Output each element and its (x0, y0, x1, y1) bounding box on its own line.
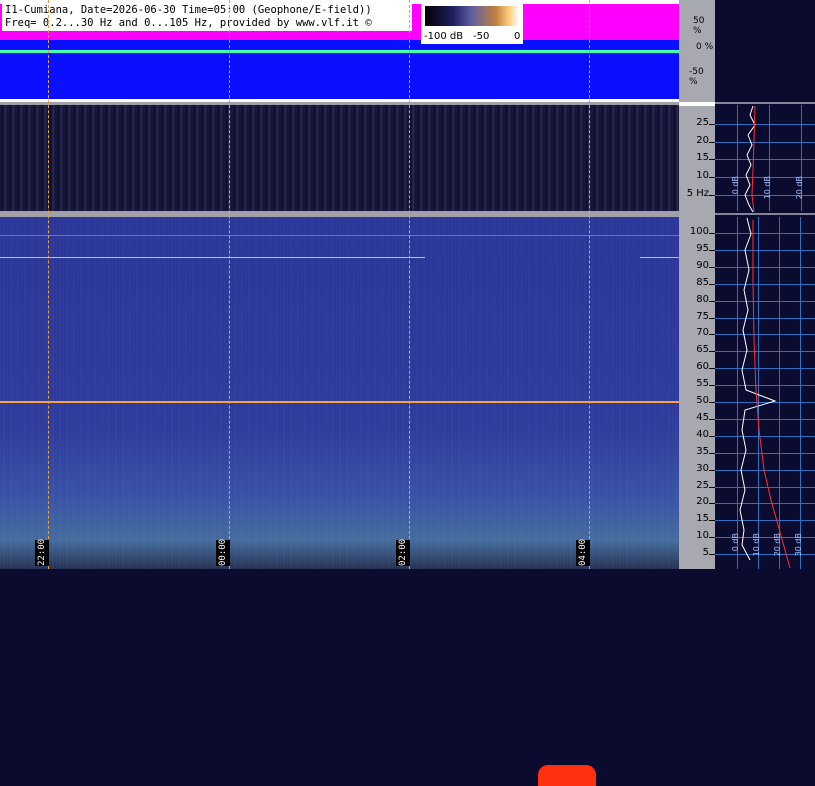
noise-burst (538, 765, 596, 786)
colorbar-gradient (425, 6, 519, 26)
main-axis-label: 80 (696, 293, 709, 305)
geophone-axis-label: 25 (696, 117, 709, 128)
colorbar-label-mid: -50 (473, 31, 490, 42)
spectral-line-100hz (0, 235, 679, 236)
amp-label-0: 0 % (696, 42, 714, 52)
main-axis-label: 55 (696, 378, 709, 390)
main-axis-label: 5 (702, 547, 709, 559)
spec-db-label: 0 dB (731, 176, 740, 195)
spec-db-label: 0 dB (731, 533, 740, 552)
geophone-spectrogram (0, 105, 679, 211)
spec-db-label: 20 dB (795, 176, 804, 200)
main-axis-label: 15 (696, 513, 709, 525)
main-axis-label: 95 (696, 242, 709, 254)
time-label-2200: 22:00 (35, 538, 49, 566)
time-marker-line (409, 0, 410, 569)
main-axis-label: 45 (696, 411, 709, 423)
main-axis-label: 75 (696, 310, 709, 322)
amplitude-zero-line (0, 50, 679, 53)
time-marker-line (48, 0, 49, 569)
geophone-axis-label: 10 (696, 170, 709, 182)
main-axis-label: 35 (696, 445, 709, 457)
spectral-line-50hz (0, 401, 679, 403)
main-axis-label: 20 (696, 496, 709, 508)
main-axis-label: 70 (696, 327, 709, 339)
main-axis-label: 60 (696, 361, 709, 373)
spectral-line-92hz (0, 257, 425, 258)
spectral-line-92hz-end (640, 257, 679, 258)
main-spectrum-trace (739, 217, 777, 561)
main-fit-curve (752, 220, 791, 569)
spectrum-traces (715, 102, 815, 569)
main-axis-label: 30 (696, 462, 709, 474)
title-line-2: Freq= 0.2...30 Hz and 0...105 Hz, provid… (5, 17, 372, 29)
main-axis-label: 90 (696, 259, 709, 271)
time-label-0400: 04:00 (576, 538, 590, 566)
main-axis-label: 40 (696, 428, 709, 440)
geophone-axis-label: 5 Hz (686, 187, 709, 199)
spec-db-label: 10 dB (763, 176, 772, 200)
spec-db-label: 10 dB (752, 533, 761, 557)
geophone-axis-label: 20 (696, 134, 709, 146)
title-overlay: I1-Cumiana, Date=2026-06-30 Time=05:00 (… (2, 3, 412, 31)
time-label-0200: 02:00 (396, 538, 410, 566)
amp-label-50: 50 % (693, 16, 705, 36)
efield-spectrogram (0, 217, 679, 786)
main-axis-label: 85 (696, 276, 709, 288)
main-axis-label: 100 (689, 226, 709, 237)
time-marker-line (229, 0, 230, 569)
spec-db-label: 30 dB (794, 533, 803, 557)
spec-db-label: 20 dB (773, 533, 782, 557)
geophone-axis-label: 15 (696, 152, 709, 164)
main-axis-label: 25 (696, 479, 709, 491)
frequency-axis: 50 % 0 % -50 % 25 20 15 10 5 Hz 100 95 90 85 80 7… (679, 0, 715, 569)
colorbar-label-max: 0 (514, 31, 521, 42)
time-label-0000: 00:00 (216, 538, 230, 566)
colorbar-label-min: -100 dB (424, 31, 464, 42)
main-axis-label: 50 (696, 395, 709, 406)
title-line-1: I1-Cumiana, Date=2026-06-30 Time=05:00 (… (5, 4, 372, 16)
amp-label-minus50: -50 % (689, 67, 704, 87)
main-axis-label: 10 (696, 530, 709, 542)
axis-separator (679, 102, 715, 106)
main-axis-label: 65 (696, 344, 709, 356)
time-marker-line (589, 0, 590, 569)
